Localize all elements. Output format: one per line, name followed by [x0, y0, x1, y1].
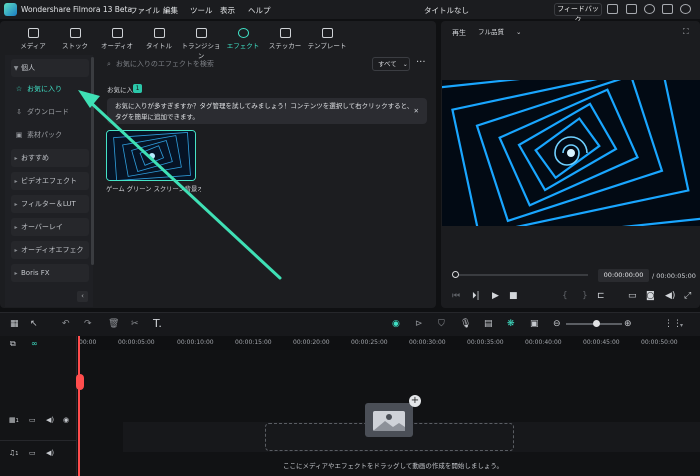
marker-shield-icon[interactable]: ⛉ [438, 319, 445, 329]
marker-icon[interactable]: ⊏ [597, 291, 605, 301]
audio-track-number: 1 [15, 451, 19, 457]
current-time: 00:00:00:00 [598, 269, 649, 282]
speaker-icon[interactable]: ◀) [46, 449, 54, 457]
folder-icon[interactable]: ▭ [29, 449, 36, 457]
chevron-down-icon[interactable]: ▾ [680, 322, 683, 329]
auto-highlight-icon[interactable]: ◉ [392, 319, 400, 329]
video-track-number: 1 [15, 418, 19, 424]
cut-scissors-icon[interactable]: ✂ [131, 319, 139, 329]
preview-frame [442, 80, 700, 226]
expand-icon[interactable]: ⤢ [684, 291, 691, 301]
snap-magnet-icon[interactable]: ❋ [507, 319, 515, 329]
ruler-tick-label: 00:00 [79, 339, 97, 346]
layout-grid-icon[interactable]: ▦ [10, 319, 19, 329]
playhead-handle[interactable] [76, 374, 84, 390]
track-headers: ⧉ ∞ ▦1 ▭ ◀) ◉ ♫1 ▭ ◀) [0, 336, 77, 476]
video-track-icon: ▦1 [9, 416, 19, 424]
chevron-down-icon: ⌄ [516, 28, 522, 36]
playhead-knob[interactable] [452, 271, 459, 278]
zoom-slider-knob[interactable] [593, 320, 600, 327]
ruler-tick-label: 00:00:20:00 [293, 339, 330, 346]
zoom-out-icon[interactable]: ⊖ [553, 319, 561, 329]
ruler-tick-label: 00:00:50:00 [641, 339, 678, 346]
timeline-ruler[interactable]: 00:00 00:00:05:00 00:00:10:00 00:00:15:0… [77, 336, 700, 350]
play-icon[interactable]: ▶ [492, 291, 499, 301]
quality-dropdown[interactable]: フル品質 ⌄ [474, 26, 540, 38]
ruler-tick-label: 00:00:30:00 [409, 339, 446, 346]
display-icon[interactable]: ▭ [628, 291, 637, 301]
microphone-icon[interactable]: 🎙 [460, 319, 471, 329]
ruler-tick-label: 00:00:05:00 [118, 339, 155, 346]
previous-frame-icon[interactable]: ⏮ [452, 291, 460, 301]
snapshot-camera-icon[interactable]: ◙ [646, 291, 655, 301]
timeline-tracks [0, 350, 700, 476]
track-divider [0, 440, 76, 441]
add-media-image-icon [365, 403, 413, 437]
folder-icon[interactable]: ▭ [29, 416, 36, 424]
volume-icon[interactable]: ◀) [665, 291, 675, 301]
preview-quality-icon[interactable]: ▣ [530, 319, 539, 329]
drop-hint-text: ここにメディアやエフェクトをドラッグして動画の作成を開始しましょう。 [283, 462, 503, 470]
ruler-tick-label: 00:00:35:00 [467, 339, 504, 346]
fullscreen-icon[interactable]: ⛶ [683, 27, 689, 37]
quality-value: フル品質 [478, 28, 504, 36]
timeline-playhead[interactable] [78, 336, 80, 476]
add-text-icon[interactable]: T. [153, 317, 162, 330]
ruler-tick-label: 00:00:10:00 [177, 339, 214, 346]
image-placeholder-icon [373, 411, 405, 431]
link-icon[interactable]: ∞ [31, 339, 38, 348]
delete-icon[interactable]: 🗑 [108, 319, 119, 329]
plus-icon: + [409, 395, 421, 407]
speaker-icon[interactable]: ◀) [46, 416, 54, 424]
playback-progress-track[interactable] [456, 274, 588, 276]
mark-out-icon[interactable]: } [582, 291, 588, 301]
total-time: / 00:00:05:00 [652, 272, 696, 280]
undo-icon[interactable]: ↶ [62, 319, 70, 329]
ruler-tick-label: 00:00:15:00 [235, 339, 272, 346]
audio-track-icon: ♫1 [9, 449, 19, 457]
redo-icon[interactable]: ↷ [84, 319, 92, 329]
ruler-tick-label: 00:00:25:00 [351, 339, 388, 346]
eye-icon[interactable]: ◉ [63, 416, 69, 424]
zoom-in-icon[interactable]: ⊕ [624, 319, 632, 329]
stop-icon[interactable]: ■ [509, 291, 518, 301]
total-time-value: 00:00:05:00 [656, 272, 696, 280]
play-step-icon[interactable]: ⏵| [472, 291, 480, 301]
render-icon[interactable]: ⊳ [415, 319, 423, 329]
add-track-icon[interactable]: ⧉ [10, 339, 16, 349]
preview-video [442, 80, 700, 226]
player-label: 再生 [452, 29, 466, 37]
select-cursor-icon[interactable]: ↖ [30, 319, 38, 329]
ruler-tick-label: 00:00:45:00 [583, 339, 620, 346]
mark-in-icon[interactable]: { [562, 291, 568, 301]
ai-audio-icon[interactable]: ▤ [484, 319, 493, 329]
ruler-tick-label: 00:00:40:00 [525, 339, 562, 346]
